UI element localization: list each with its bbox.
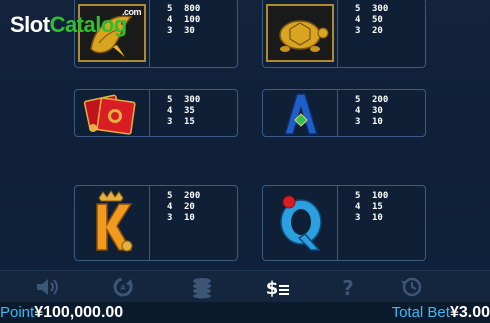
point-value: ¥100,000.00 [34,304,124,321]
pay-values: 5 800 4 100 3 30 [167,4,200,37]
pay-count: 3 [355,26,361,36]
pay-amount: 20 [184,202,195,212]
pay-row: 3 10 [355,213,388,224]
paytable-card-k: 5 200 4 20 3 10 [74,185,238,261]
pay-row: 5 800 [167,4,200,15]
pay-values: 5 200 4 30 3 10 [355,95,388,128]
pay-row: 4 20 [167,202,200,213]
pay-count: 4 [355,15,361,25]
pay-count: 3 [167,117,173,127]
red-envelopes-icon [83,94,136,135]
letter-a-icon [283,93,319,135]
pay-amount: 15 [372,202,383,212]
card-divider [337,90,338,136]
pay-row: 3 20 [355,26,388,37]
letter-k-icon [96,190,133,252]
pay-amount: 300 [372,4,389,14]
pay-row: 4 50 [355,15,388,26]
card-divider [149,90,150,136]
pay-count: 3 [355,213,361,223]
point-display: Point¥100,000.00 [0,304,123,322]
sound-icon[interactable] [33,275,61,299]
paytable-card-q: 5 100 4 15 3 10 [262,185,426,261]
pay-count: 5 [355,95,361,105]
coins-icon[interactable] [188,275,216,299]
help-icon[interactable]: ? [334,275,362,299]
pay-values: 5 200 4 20 3 10 [167,191,200,224]
pay-amount: 10 [372,213,383,223]
pay-row: 3 15 [167,117,200,128]
pay-amount: 50 [372,15,383,25]
status-bar: Point¥100,000.00 Total Bet¥3.00 [0,302,490,323]
pay-row: 4 100 [167,15,200,26]
pay-count: 4 [167,202,173,212]
point-label: Point [0,304,35,321]
pay-values: 5 100 4 15 3 10 [355,191,388,224]
pay-amount: 30 [372,106,383,116]
paytable-card-a: 5 200 4 30 3 10 [262,89,426,137]
pay-amount: 30 [184,26,195,36]
pay-row: 3 10 [167,213,200,224]
pay-row: 4 30 [355,106,388,117]
pay-row: 4 15 [355,202,388,213]
pay-amount: 10 [372,117,383,127]
pay-count: 4 [355,202,361,212]
pay-amount: 200 [184,191,201,201]
pay-row: 5 300 [167,95,200,106]
card-divider [337,186,338,260]
pay-row: 3 10 [355,117,388,128]
pay-row: 5 300 [355,4,388,15]
pay-count: 4 [355,106,361,116]
total-bet-display: Total Bet¥3.00 [392,304,490,322]
watermark-com: .com [122,7,142,17]
pay-count: 3 [355,117,361,127]
pay-amount: 100 [372,191,389,201]
pay-count: 4 [167,15,173,25]
paytable-card-turtle: 5 300 4 50 3 20 [262,0,426,68]
svg-text:$: $ [266,278,279,299]
pay-amount: 10 [184,213,195,223]
pay-amount: 20 [372,26,383,36]
pay-amount: 200 [372,95,389,105]
pay-count: 5 [167,191,173,201]
svg-text:A: A [120,284,126,292]
card-divider [149,186,150,260]
pay-count: 4 [167,106,173,116]
pay-amount: 15 [184,117,195,127]
game-toolbar: A $ ? [0,270,490,303]
pay-count: 5 [355,4,361,14]
paytable-card-envelopes: 5 300 4 35 3 15 [74,89,238,137]
paytable-icon[interactable]: $ [264,275,292,299]
pay-amount: 300 [184,95,201,105]
watermark-slot: Slot [10,12,50,37]
letter-q-icon [280,195,322,251]
card-divider [149,0,150,67]
card-divider [337,0,338,67]
pay-row: 4 35 [167,106,200,117]
pay-count: 3 [167,26,173,36]
pay-amount: 800 [184,4,201,14]
pay-count: 3 [167,213,173,223]
pay-values: 5 300 4 50 3 20 [355,4,388,37]
total-bet-label: Total Bet [391,304,450,321]
pay-count: 5 [167,4,173,14]
pay-row: 3 30 [167,26,200,37]
svg-text:?: ? [342,276,354,299]
pay-row: 5 200 [167,191,200,202]
watermark-logo: SlotCatalog .com [10,7,142,38]
golden-turtle-icon [266,4,334,62]
pay-amount: 100 [184,15,201,25]
autoplay-icon[interactable]: A [109,275,137,299]
total-bet-value: ¥3.00 [449,304,490,321]
pay-row: 5 200 [355,95,388,106]
pay-amount: 35 [184,106,195,116]
pay-values: 5 300 4 35 3 15 [167,95,200,128]
watermark-catalog: Catalog [49,12,128,37]
pay-row: 5 100 [355,191,388,202]
history-icon[interactable] [398,275,426,299]
pay-count: 5 [167,95,173,105]
pay-count: 5 [355,191,361,201]
